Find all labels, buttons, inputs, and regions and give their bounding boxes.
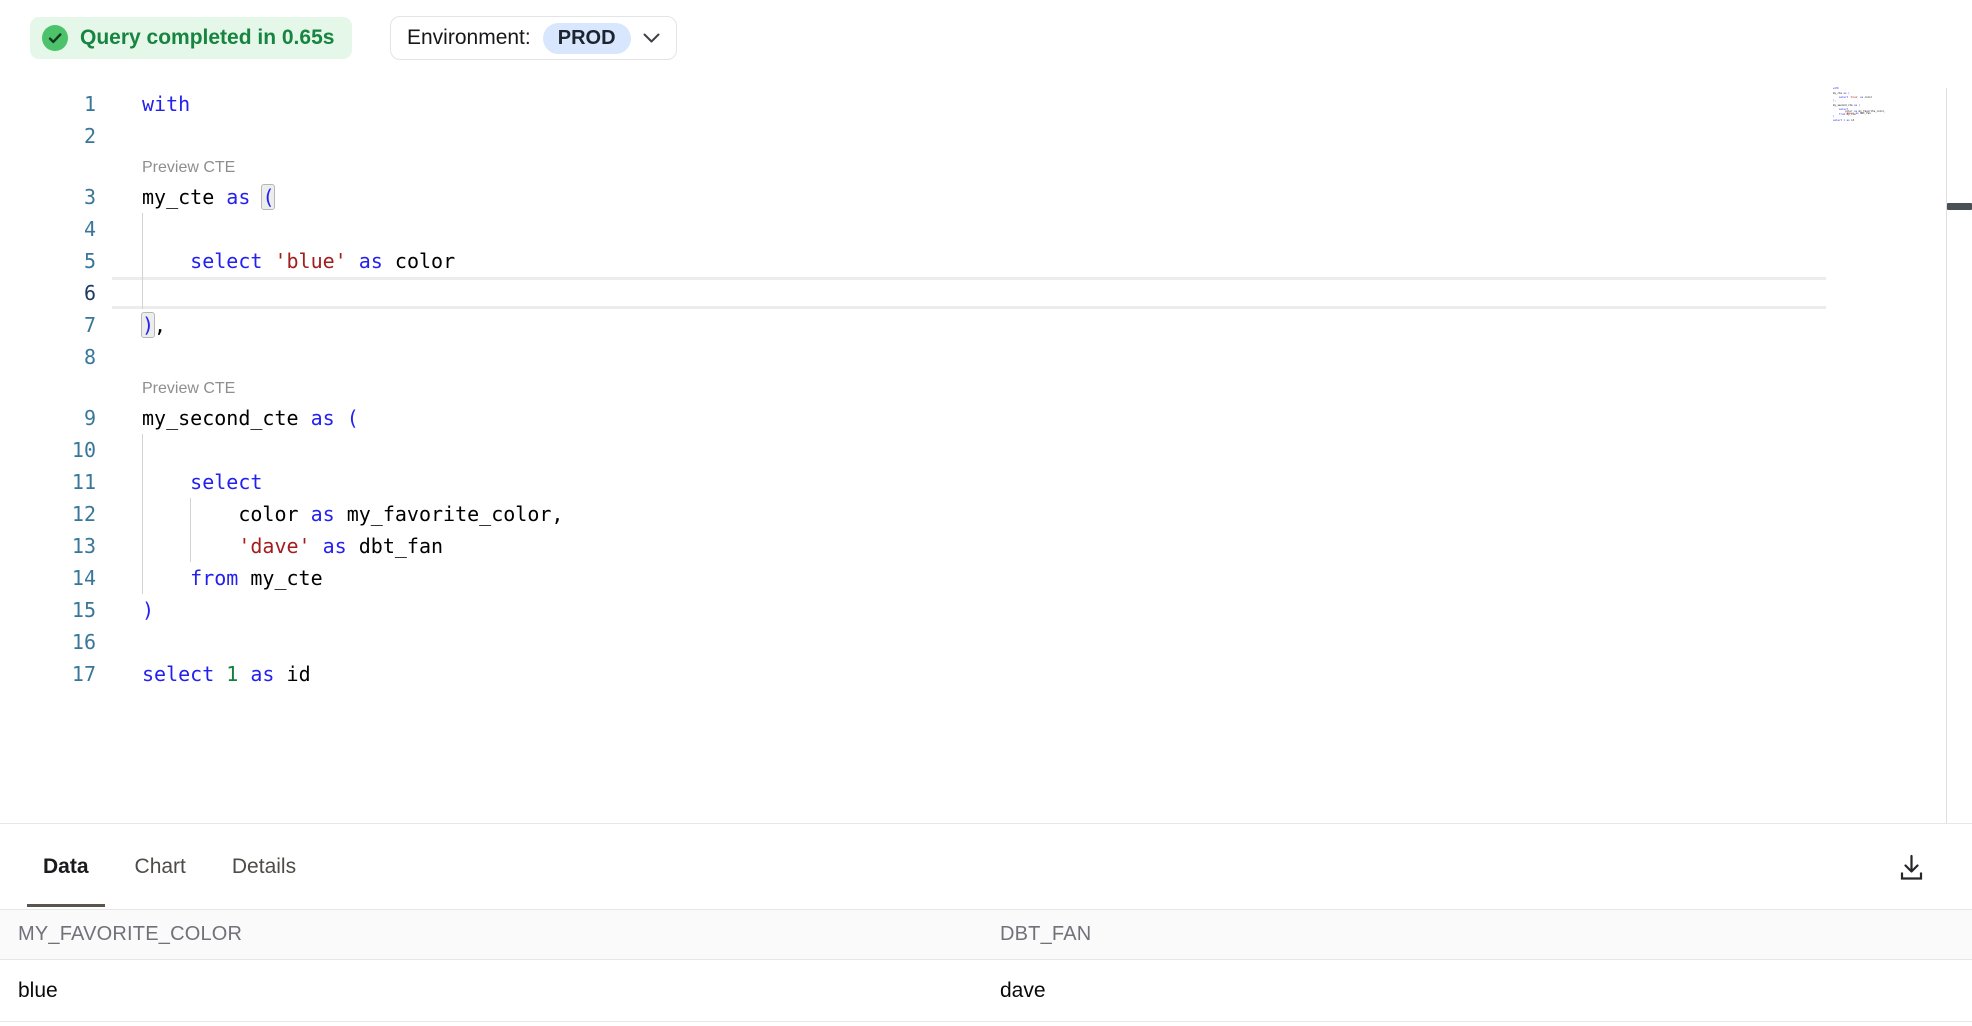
code-line[interactable]: 1with [0,88,1826,120]
tab-chart[interactable]: Chart [119,824,202,909]
download-icon [1896,852,1927,883]
line-number: 10 [0,434,112,466]
download-button[interactable] [1892,848,1930,886]
code-line[interactable]: 8 [0,341,1826,373]
editor-rows: 1with2Preview CTE3my_cte as (45 select '… [0,88,1826,690]
code-line-text [112,120,1826,152]
sql-ide: Query completed in 0.65s Environment: PR… [0,0,1972,1026]
line-number: 3 [0,181,112,213]
code-line-text: 'dave' as dbt_fan [112,530,1826,562]
code-line-text: select 'blue' as color [112,245,1826,277]
code-line-text: ) [112,594,1826,626]
line-number: 7 [0,309,112,341]
line-number: 1 [0,88,112,120]
table-header: MY_FAVORITE_COLORDBT_FAN [0,910,1972,960]
code-line-text [112,341,1826,373]
indent-guide [190,498,191,562]
line-number: 11 [0,466,112,498]
line-number: 13 [0,530,112,562]
environment-label: Environment: [407,26,531,50]
code-line[interactable]: 11 select [0,466,1826,498]
line-number: 9 [0,402,112,434]
code-line[interactable]: 13 'dave' as dbt_fan [0,530,1826,562]
code-line-text: my_second_cte as ( [112,402,1826,434]
minimap[interactable]: withmy_cte as ( select 'blue' as color),… [1833,88,1943,823]
top-bar: Query completed in 0.65s Environment: PR… [0,0,1972,88]
indent-guide [142,434,143,594]
panel-resize-handle[interactable] [1947,203,1972,210]
code-line[interactable]: 5 select 'blue' as color [0,245,1826,277]
chevron-down-icon [643,33,660,43]
minimap-line: select 1 as id [1833,120,1943,122]
line-number: 5 [0,245,112,277]
line-number [0,152,112,181]
line-number: 14 [0,562,112,594]
line-number: 8 [0,341,112,373]
preview-cte-label: Preview CTE [112,373,1826,402]
code-line-text [112,434,1826,466]
environment-value-badge: PROD [543,23,631,54]
results-panel: DataChartDetails MY_FAVORITE_COLORDBT_FA… [0,823,1972,1026]
code-line-text: from my_cte [112,562,1826,594]
code-line[interactable]: 10 [0,434,1826,466]
line-number: 12 [0,498,112,530]
tab-data[interactable]: Data [27,824,105,909]
code-line-text: select 1 as id [112,658,1826,690]
status-badge: Query completed in 0.65s [30,17,352,59]
panel-divider [1946,88,1947,823]
code-line-text: ), [112,309,1826,341]
code-line-text: color as my_favorite_color, [112,498,1826,530]
check-circle-icon [42,25,68,51]
indent-guide [142,213,143,309]
code-line-text: select [112,466,1826,498]
line-number [0,373,112,402]
preview-cte-widget[interactable]: Preview CTE [0,373,1826,402]
line-number: 2 [0,120,112,152]
code-line[interactable]: 15) [0,594,1826,626]
line-number: 15 [0,594,112,626]
line-number: 6 [0,277,112,309]
tab-details[interactable]: Details [216,824,312,909]
preview-cte-label: Preview CTE [112,152,1826,181]
code-line-text [112,626,1826,658]
code-line[interactable]: 14 from my_cte [0,562,1826,594]
results-table: MY_FAVORITE_COLORDBT_FAN bluedave [0,909,1972,1022]
code-line-text [112,277,1826,309]
code-line[interactable]: 16 [0,626,1826,658]
environment-select[interactable]: Environment: PROD [390,16,677,60]
line-number: 17 [0,658,112,690]
column-header: MY_FAVORITE_COLOR [0,910,982,960]
code-line[interactable]: 17select 1 as id [0,658,1826,690]
code-line[interactable]: 2 [0,120,1826,152]
table-body: bluedave [0,960,1972,1022]
code-line[interactable]: 9my_second_cte as ( [0,402,1826,434]
code-line[interactable]: 3my_cte as ( [0,181,1826,213]
table-cell: blue [0,960,982,1022]
code-line[interactable]: 7), [0,309,1826,341]
table-cell: dave [982,960,1972,1022]
code-line-text: with [112,88,1826,120]
line-number: 4 [0,213,112,245]
preview-cte-widget[interactable]: Preview CTE [0,152,1826,181]
code-line[interactable]: 4 [0,213,1826,245]
code-line-text: my_cte as ( [112,181,1826,213]
table-row: bluedave [0,960,1972,1022]
column-header: DBT_FAN [982,910,1972,960]
status-text: Query completed in 0.65s [80,26,334,50]
code-editor[interactable]: 1with2Preview CTE3my_cte as (45 select '… [0,88,1972,823]
results-tabs: DataChartDetails [0,824,1972,909]
code-line[interactable]: 12 color as my_favorite_color, [0,498,1826,530]
code-line-text [112,213,1826,245]
line-number: 16 [0,626,112,658]
code-line[interactable]: 6 [0,277,1826,309]
